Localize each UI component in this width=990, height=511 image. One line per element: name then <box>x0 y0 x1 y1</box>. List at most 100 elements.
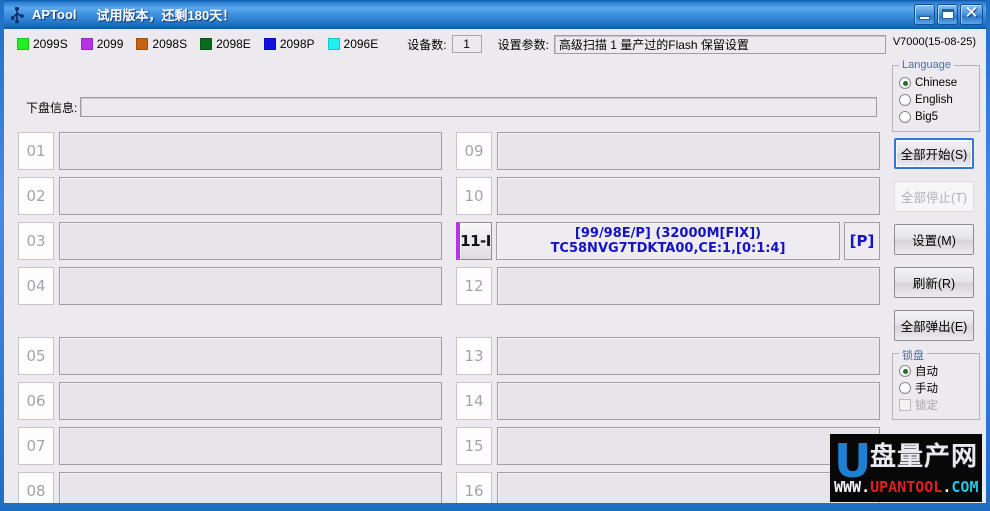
slot-panel[interactable] <box>59 177 442 215</box>
radio-icon[interactable] <box>899 365 911 377</box>
lock-option[interactable]: 手动 <box>899 380 975 396</box>
start-all-button[interactable]: 全部开始(S) <box>894 138 974 169</box>
toolbar: 2099S 2099 2098S 2098E 2098P 2096E 设备数: 1 设置参… <box>4 29 986 59</box>
slot-row[interactable]: 06 <box>18 382 442 420</box>
slot-panel[interactable] <box>497 132 880 170</box>
slot-row[interactable]: 01 <box>18 132 442 170</box>
slot-number[interactable]: 07 <box>18 427 54 465</box>
slot-panel[interactable] <box>59 472 442 503</box>
side-panel: Language Chinese English Big5 全部开始(S) 全部停止… <box>892 59 980 426</box>
slot-panel[interactable] <box>59 267 442 305</box>
language-options: Chinese English Big5 <box>899 75 975 125</box>
title-bar: APTool 试用版本，还剩180天！ ✕ <box>4 0 986 29</box>
usb-icon <box>8 6 26 24</box>
language-option[interactable]: English <box>899 92 975 108</box>
minimize-button[interactable] <box>914 4 935 25</box>
maximize-button[interactable] <box>937 4 958 25</box>
legend-label: 2098S <box>152 37 188 51</box>
slot-row[interactable]: 03 <box>18 222 442 260</box>
slot-panel[interactable] <box>59 382 442 420</box>
language-option-label: Big5 <box>915 111 939 123</box>
radio-icon[interactable] <box>899 77 911 89</box>
radio-icon[interactable] <box>899 111 911 123</box>
slot-row[interactable]: 10 <box>456 177 880 215</box>
lock-option-label: 手动 <box>915 383 938 395</box>
legend-swatch <box>263 38 276 50</box>
slot-row[interactable]: 04 <box>18 267 442 305</box>
slot-number[interactable]: 11-I <box>456 222 492 260</box>
slot-row[interactable]: 12 <box>456 267 880 305</box>
slot-panel[interactable] <box>59 337 442 375</box>
slot-row[interactable]: 09 <box>456 132 880 170</box>
device-count-value: 1 <box>451 35 482 53</box>
lock-checkbox-label: 锁定 <box>915 400 938 412</box>
legend-swatch <box>200 38 213 50</box>
slot-panel[interactable] <box>59 132 442 170</box>
refresh-button[interactable]: 刷新(R) <box>894 267 974 298</box>
slot-number[interactable]: 09 <box>456 132 492 170</box>
slot-panel[interactable] <box>497 177 880 215</box>
slot-number[interactable]: 06 <box>18 382 54 420</box>
eject-all-button[interactable]: 全部弹出(E) <box>894 310 974 341</box>
slot-number[interactable]: 15 <box>456 427 492 465</box>
slot-number[interactable]: 16 <box>456 472 492 503</box>
device-count-label: 设备数: <box>407 37 447 52</box>
param-field[interactable]: 高级扫描 1 量产过的Flash 保留设置 <box>553 34 886 54</box>
slot-panel[interactable]: [99/98E/P] (32000M[FIX]) TC58NVG7TDKTA00,… <box>496 222 840 260</box>
slot-row[interactable]: 07 <box>18 427 442 465</box>
slot-row[interactable]: 08 <box>18 472 442 503</box>
slot-number[interactable]: 13 <box>456 337 492 375</box>
lock-option[interactable]: 自动 <box>899 363 975 379</box>
disk-info-field[interactable] <box>80 97 878 117</box>
slot-number[interactable]: 08 <box>18 472 54 503</box>
slot-number[interactable]: 01 <box>18 132 54 170</box>
legend-item: 2098P <box>263 37 315 51</box>
language-option[interactable]: Chinese <box>899 75 975 91</box>
lock-group-title: 锁盘 <box>899 347 927 363</box>
slot-panel[interactable] <box>59 427 442 465</box>
maximize-icon <box>942 9 954 19</box>
language-group: Language Chinese English Big5 <box>892 59 980 132</box>
legend-item: 2098S <box>136 37 187 51</box>
disk-info-row: 下盘信息: <box>4 97 878 117</box>
device-count-group: 设备数: 1 <box>407 35 482 53</box>
slot-panel[interactable] <box>497 472 880 503</box>
slot-panel[interactable] <box>59 222 442 260</box>
slot-row[interactable]: 02 <box>18 177 442 215</box>
legend-item: 2099 <box>80 37 123 51</box>
slot-panel[interactable] <box>497 267 880 305</box>
lock-option-label: 自动 <box>915 366 938 378</box>
slot-panel[interactable] <box>497 337 880 375</box>
radio-icon[interactable] <box>899 94 911 106</box>
slot-panel[interactable] <box>497 382 880 420</box>
slot-number[interactable]: 03 <box>18 222 54 260</box>
slot-row[interactable]: 05 <box>18 337 442 375</box>
slot-row-active[interactable]: 11-I [99/98E/P] (32000M[FIX]) TC58NVG7TDKT… <box>456 222 880 260</box>
slot-number[interactable]: 12 <box>456 267 492 305</box>
watermark-url-com: COM <box>951 478 979 496</box>
slot-number[interactable]: 05 <box>18 337 54 375</box>
chip-legend: 2099S 2099 2098S 2098E 2098P 2096E <box>17 37 391 51</box>
slot-number[interactable]: 10 <box>456 177 492 215</box>
legend-swatch <box>80 38 93 50</box>
legend-item: 2099S <box>17 37 68 51</box>
slot-row[interactable]: 14 <box>456 382 880 420</box>
window-title: APTool <box>32 7 77 22</box>
slot-number[interactable]: 14 <box>456 382 492 420</box>
param-label: 设置参数: <box>497 37 549 52</box>
slot-row[interactable]: 16 <box>456 472 880 503</box>
watermark-url-dot1: . <box>861 478 871 496</box>
slot-row[interactable]: 13 <box>456 337 880 375</box>
slot-number[interactable]: 04 <box>18 267 54 305</box>
slot-panel[interactable] <box>497 427 880 465</box>
lock-checkbox-row: 锁定 <box>899 397 975 413</box>
stop-all-button: 全部停止(T) <box>894 181 974 212</box>
slot-number[interactable]: 02 <box>18 177 54 215</box>
settings-button[interactable]: 设置(M) <box>894 224 974 255</box>
radio-icon[interactable] <box>899 382 911 394</box>
slot-row[interactable]: 15 <box>456 427 880 465</box>
close-button[interactable]: ✕ <box>960 3 983 25</box>
language-option[interactable]: Big5 <box>899 109 975 125</box>
legend-label: 2098P <box>279 37 315 51</box>
lock-checkbox <box>899 399 911 411</box>
